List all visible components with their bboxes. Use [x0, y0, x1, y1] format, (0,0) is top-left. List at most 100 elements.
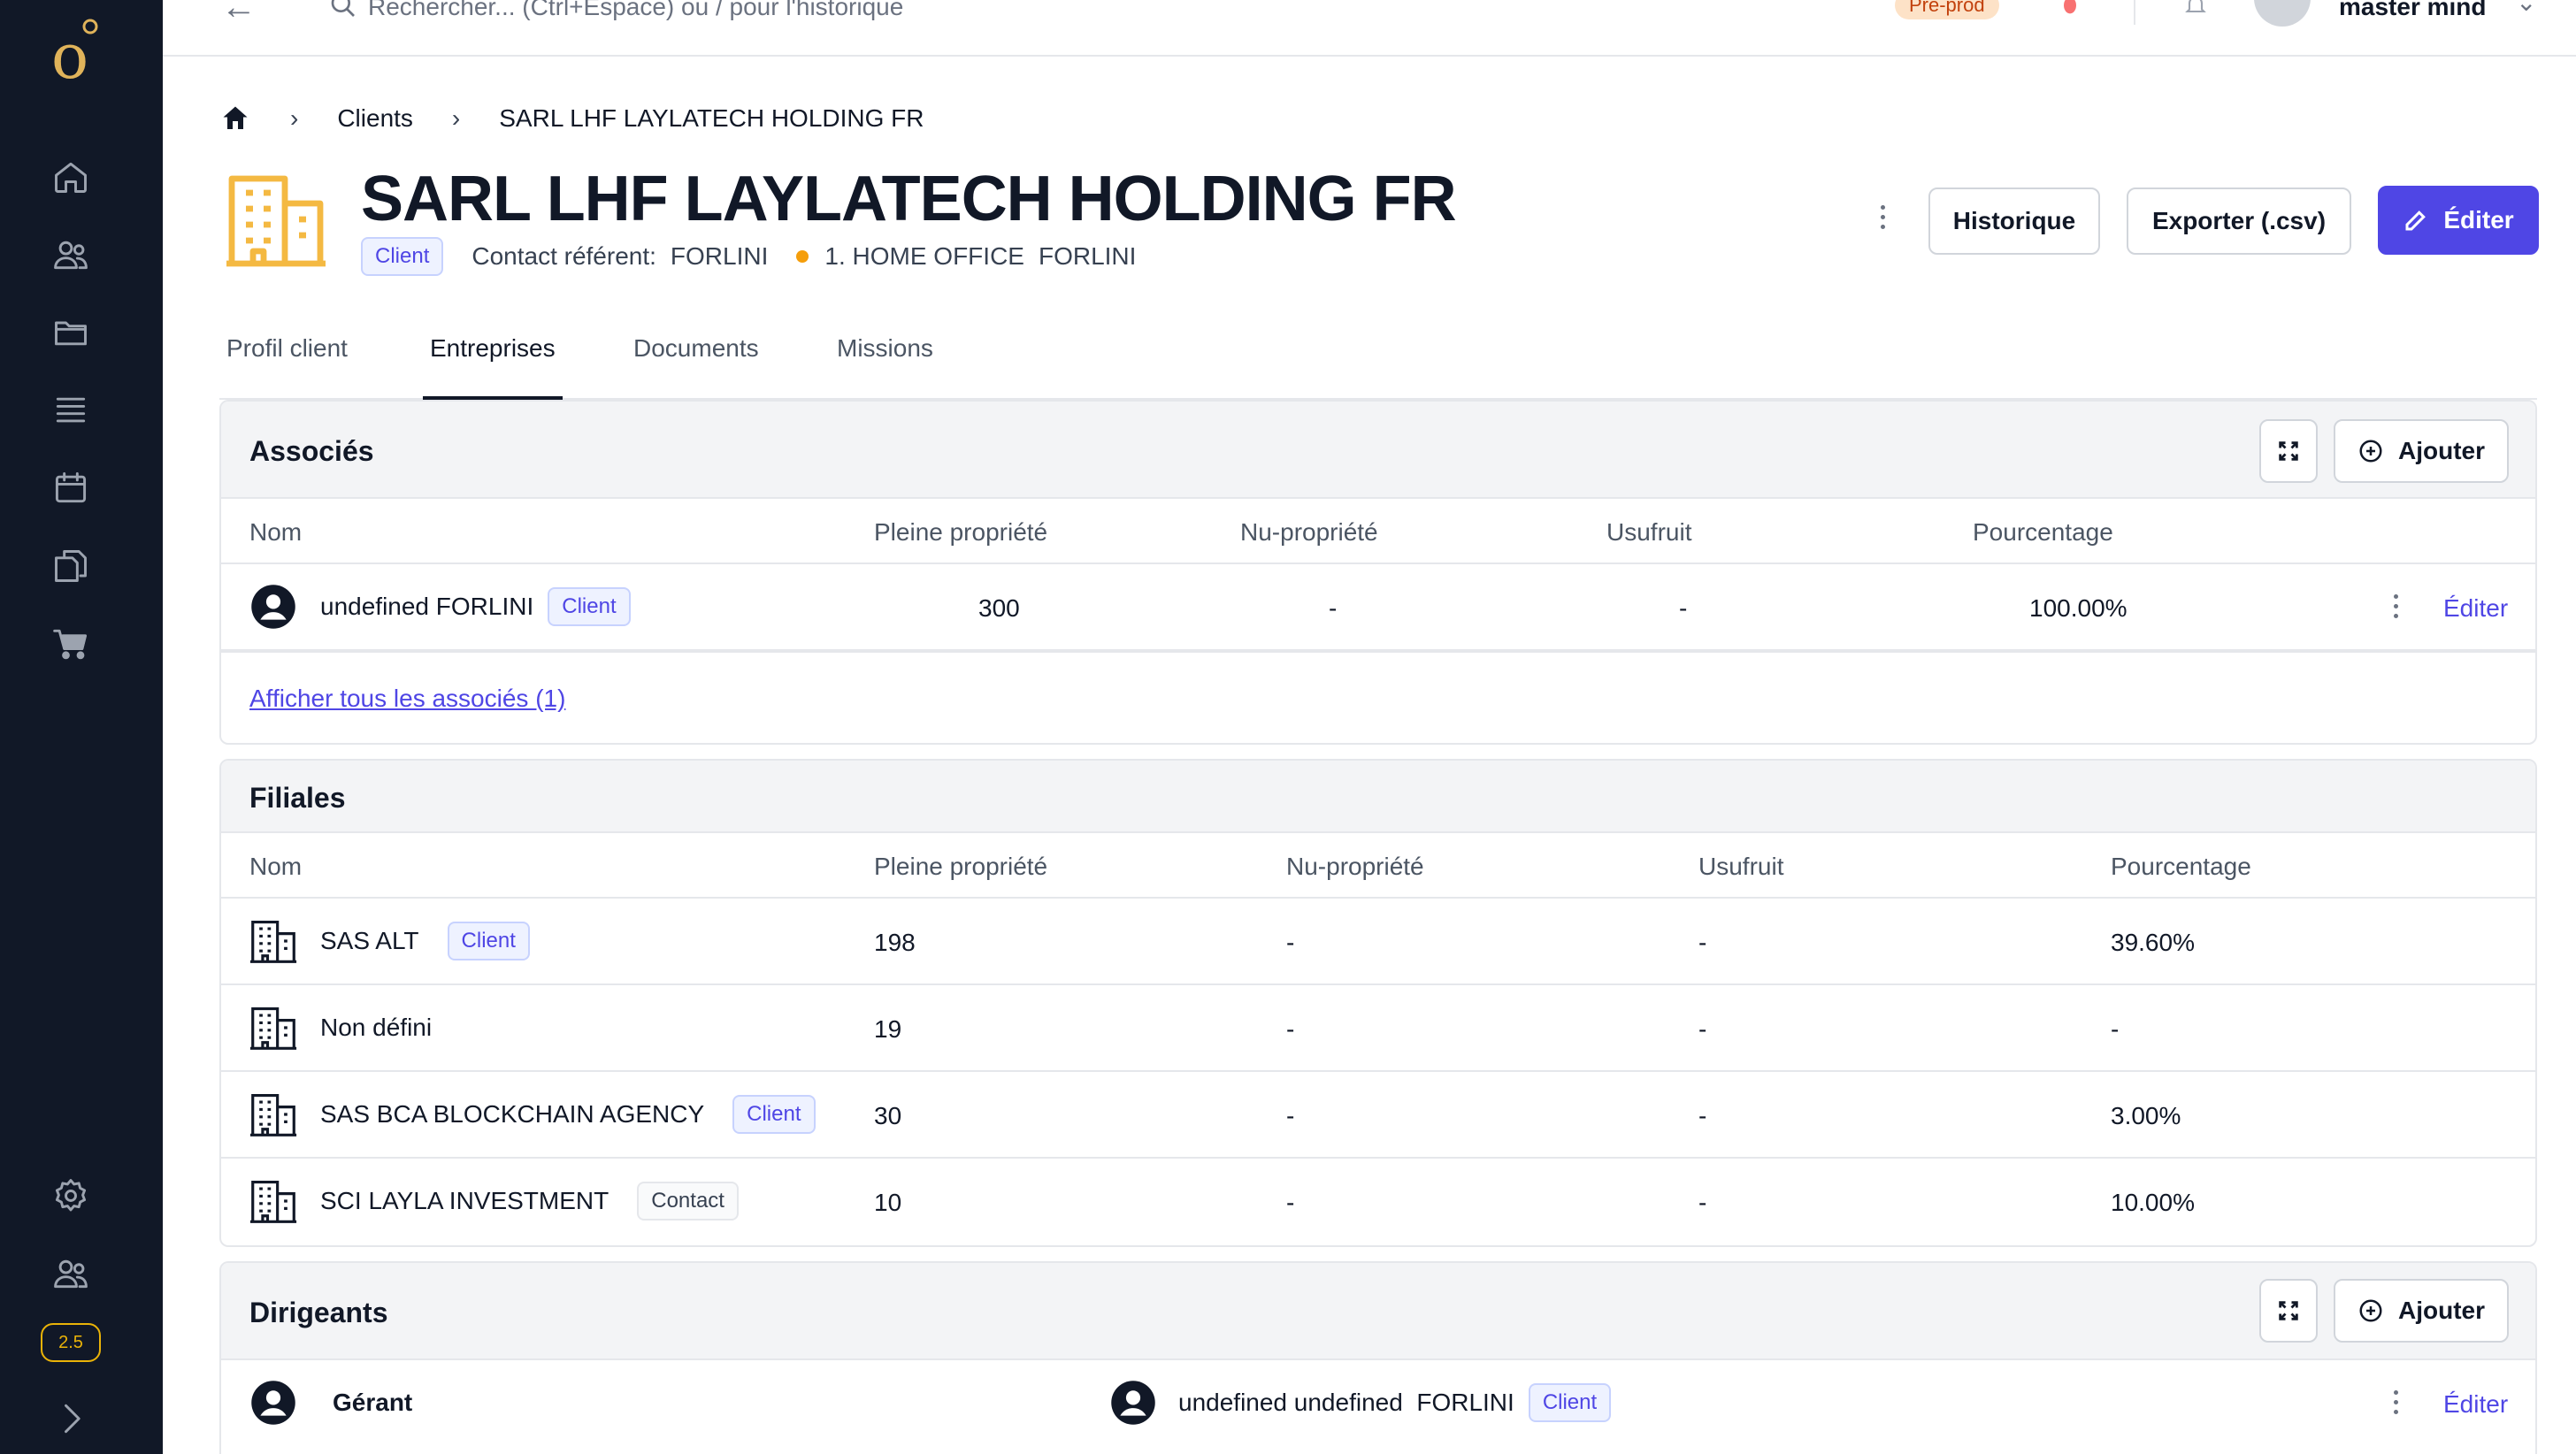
show-all-associes-link[interactable]: Afficher tous les associés (1): [249, 685, 565, 713]
column-header: Nu-propriété: [1240, 518, 1378, 546]
column-header: Pleine propriété: [874, 853, 1048, 880]
filiale-name[interactable]: SAS BCA BLOCKCHAIN AGENCY: [320, 1100, 704, 1129]
expand-icon[interactable]: [2259, 419, 2318, 483]
env-badge: Pré-prod: [1895, 0, 1999, 19]
filiales-header: Filiales: [221, 761, 2535, 833]
plus-circle-icon: [2359, 440, 2382, 463]
nu-propriete: -: [1329, 594, 1338, 622]
contact-label: Contact référent:: [472, 242, 656, 270]
tab-missions[interactable]: Missions: [837, 334, 933, 400]
breadcrumb-current: SARL LHF LAYLATECH HOLDING FR: [499, 104, 924, 132]
column-header: Pourcentage: [1973, 518, 2113, 546]
users-icon[interactable]: [50, 233, 92, 276]
search-input[interactable]: Rechercher... (Ctrl+Espace) ou / pour l'…: [368, 0, 903, 21]
add-associe-button[interactable]: Ajouter: [2334, 419, 2509, 483]
filiale-name[interactable]: SCI LAYLA INVESTMENT: [320, 1187, 609, 1215]
building-icon: [249, 921, 297, 963]
chevron-right-icon[interactable]: [50, 1397, 92, 1440]
user-name[interactable]: master mind: [2339, 0, 2487, 21]
column-header: Usufruit: [1606, 518, 1692, 546]
associes-header: Associés Ajouter: [221, 402, 2535, 499]
chevron-right-icon: ›: [451, 104, 461, 132]
breadcrumb-clients[interactable]: Clients: [337, 104, 413, 133]
nu-propriete: -: [1286, 929, 1295, 956]
row-menu-icon[interactable]: [2387, 594, 2404, 618]
pourcentage: 39.60%: [2111, 929, 2195, 956]
edit-button[interactable]: Éditer: [2378, 186, 2539, 255]
search-icon[interactable]: [326, 0, 361, 19]
pourcentage: -: [2111, 1015, 2120, 1043]
team-icon[interactable]: [50, 1252, 92, 1295]
plus-circle-icon: [2359, 1299, 2382, 1322]
tab-entreprises[interactable]: Entreprises: [423, 334, 563, 400]
office-person[interactable]: FORLINI: [1039, 242, 1136, 271]
column-header: Usufruit: [1698, 853, 1784, 880]
row-menu-icon[interactable]: [2387, 1390, 2404, 1414]
contact-name[interactable]: FORLINI: [671, 242, 768, 271]
section-title: Associés: [249, 435, 374, 467]
gear-icon[interactable]: [50, 1175, 92, 1217]
dirigeant-role: Gérant: [333, 1389, 413, 1416]
filiales-section: Filiales Nom Pleine propriété Nu-proprié…: [219, 759, 2537, 1247]
header-meta: Client Contact référent: FORLINI 1. HOME…: [361, 237, 1136, 276]
filiale-name[interactable]: SAS ALT: [320, 927, 419, 955]
page-title: SARL LHF LAYLATECH HOLDING FR: [361, 164, 1457, 234]
column-header: Pourcentage: [2111, 853, 2251, 880]
list-icon[interactable]: [50, 389, 92, 432]
home-icon[interactable]: [219, 103, 251, 134]
pleine-propriete: 300: [978, 594, 1020, 622]
column-header: Pleine propriété: [874, 518, 1048, 546]
usufruit: -: [1679, 594, 1688, 622]
table-row[interactable]: SAS BCA BLOCKCHAIN AGENCY Client 30 - - …: [221, 1072, 2535, 1159]
folder-icon[interactable]: [50, 311, 92, 354]
more-actions-icon[interactable]: [1874, 205, 1891, 229]
table-header: Nom Pleine propriété Nu-propriété Usufru…: [221, 833, 2535, 899]
dirigeants-section: Dirigeants Ajouter Gérant undefined unde…: [219, 1261, 2537, 1454]
edit-button-label: Éditer: [2443, 206, 2514, 233]
usufruit: -: [1698, 1189, 1707, 1216]
office-name[interactable]: 1. HOME OFFICE: [824, 242, 1024, 271]
home-icon[interactable]: [50, 156, 92, 198]
table-row[interactable]: Gérant undefined undefined FORLINI Clien…: [221, 1360, 2535, 1447]
cart-icon[interactable]: [50, 623, 92, 665]
column-header: Nu-propriété: [1286, 853, 1424, 880]
pleine-propriete: 19: [874, 1015, 902, 1043]
table-row[interactable]: undefined FORLINI Client 300 - - 100.00%…: [221, 564, 2535, 651]
bug-icon[interactable]: [2054, 0, 2086, 18]
row-edit-link[interactable]: Éditer: [2443, 1390, 2508, 1419]
office-dot-icon: [796, 250, 809, 263]
name-cell: SAS BCA BLOCKCHAIN AGENCY Client: [249, 1072, 816, 1157]
pourcentage: 10.00%: [2111, 1189, 2195, 1216]
bell-icon[interactable]: [2180, 0, 2212, 18]
chevron-down-icon[interactable]: ⌄: [2516, 0, 2536, 17]
table-row[interactable]: SCI LAYLA INVESTMENT Contact 10 - - 10.0…: [221, 1159, 2535, 1245]
filiale-name[interactable]: Non défini: [320, 1014, 432, 1042]
column-header: Nom: [249, 853, 303, 880]
tab-documents[interactable]: Documents: [633, 334, 759, 400]
app-logo[interactable]: o: [50, 16, 103, 83]
add-dirigeant-button[interactable]: Ajouter: [2334, 1279, 2509, 1343]
expand-icon[interactable]: [2259, 1279, 2318, 1343]
table-row[interactable]: SAS ALT Client 198 - - 39.60%: [221, 899, 2535, 985]
history-button[interactable]: Historique: [1928, 187, 2100, 255]
add-button-label: Ajouter: [2398, 437, 2485, 464]
section-title: Dirigeants: [249, 1297, 388, 1328]
show-all-row: Afficher tous les associés (1): [221, 651, 2535, 743]
calendar-icon[interactable]: [50, 467, 92, 509]
tab-profil-client[interactable]: Profil client: [226, 334, 348, 400]
documents-icon[interactable]: [50, 545, 92, 587]
nu-propriete: -: [1286, 1189, 1295, 1216]
svg-text:o: o: [51, 20, 88, 83]
table-row[interactable]: Non défini 19 - - -: [221, 985, 2535, 1072]
dirigeant-name[interactable]: undefined undefined FORLINI: [1178, 1389, 1514, 1417]
nu-propriete: -: [1286, 1015, 1295, 1043]
back-arrow-icon[interactable]: ←: [221, 0, 257, 27]
row-edit-link[interactable]: Éditer: [2443, 594, 2508, 623]
pleine-propriete: 198: [874, 929, 916, 956]
status-badge: Client: [361, 237, 444, 276]
table-header: Nom Pleine propriété Nu-propriété Usufru…: [221, 499, 2535, 564]
associe-name[interactable]: undefined FORLINI: [320, 593, 533, 621]
avatar[interactable]: [2254, 0, 2311, 27]
version-badge: 2.5: [41, 1323, 101, 1362]
export-csv-button[interactable]: Exporter (.csv): [2127, 187, 2351, 255]
